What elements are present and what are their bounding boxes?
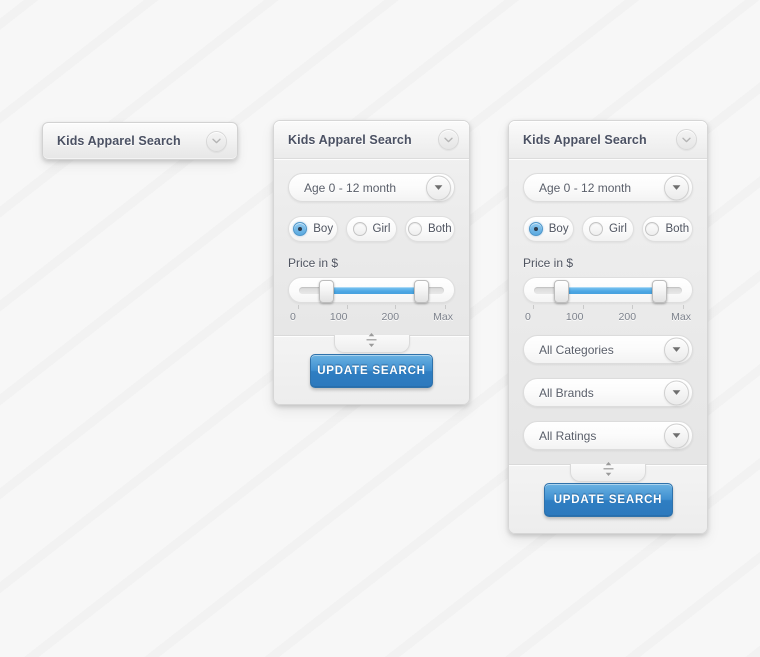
update-search-button[interactable]: UPDATE SEARCH <box>310 354 433 388</box>
page-title-full: Kids Apparel Search <box>523 132 647 147</box>
price-tick-max: Max <box>433 311 453 323</box>
caret-down-icon[interactable] <box>426 175 451 200</box>
ratings-select[interactable]: All Ratings <box>523 421 693 450</box>
radio-both-label: Both <box>427 223 452 235</box>
price-slider-scale: 0 100 200 Max <box>525 311 691 323</box>
vertical-resize-icon[interactable] <box>333 332 410 353</box>
age-select-value: Age 0 - 12 month <box>539 180 632 195</box>
price-slider-knob-min[interactable] <box>318 279 334 303</box>
age-select-value: Age 0 - 12 month <box>304 180 397 195</box>
price-slider-fill <box>325 286 421 294</box>
caret-down-icon[interactable] <box>664 175 689 200</box>
price-range-slider[interactable] <box>523 277 693 303</box>
price-slider-knob-min[interactable] <box>554 279 570 303</box>
radio-boy[interactable]: Boy <box>288 216 339 242</box>
full-search-panel: Kids Apparel Search Age 0 - 12 month Boy <box>508 120 708 534</box>
brands-select[interactable]: All Brands <box>523 378 693 407</box>
caret-down-icon[interactable] <box>664 337 689 362</box>
panel-footer-full: UPDATE SEARCH <box>509 461 707 533</box>
panel-header-medium: Kids Apparel Search <box>274 121 469 160</box>
price-slider-scale: 0 100 200 Max <box>290 311 453 323</box>
radio-dot-icon <box>528 222 543 236</box>
panel-body-medium: Age 0 - 12 month Boy Girl Both Price in … <box>274 159 469 323</box>
radio-dot-icon <box>589 222 604 236</box>
update-search-label: UPDATE SEARCH <box>553 494 663 506</box>
radio-dot-icon <box>407 222 422 236</box>
panel-body-full: Age 0 - 12 month Boy Girl Both Price in … <box>509 159 707 450</box>
medium-search-panel: Kids Apparel Search Age 0 - 12 month Boy <box>273 120 470 405</box>
gender-radio-group: Boy Girl Both <box>288 216 455 242</box>
caret-down-icon[interactable] <box>664 380 689 405</box>
price-slider-ticks <box>298 305 446 310</box>
collapsed-search-panel[interactable]: Kids Apparel Search <box>42 122 238 160</box>
radio-both[interactable]: Both <box>404 216 455 242</box>
price-tick-100: 100 <box>329 311 348 323</box>
price-tick-0: 0 <box>290 311 296 323</box>
price-slider-track[interactable] <box>534 279 682 303</box>
categories-select[interactable]: All Categories <box>523 335 693 364</box>
price-tick-200: 200 <box>381 311 400 323</box>
vertical-resize-icon[interactable] <box>570 461 646 482</box>
radio-boy[interactable]: Boy <box>523 216 575 242</box>
radio-girl-label: Girl <box>372 223 391 235</box>
price-slider-caption: Price in $ <box>523 256 574 270</box>
price-tick-max: Max <box>671 311 691 323</box>
ratings-select-value: All Ratings <box>539 428 597 443</box>
price-slider-knob-max[interactable] <box>651 279 667 303</box>
page-title-medium: Kids Apparel Search <box>288 132 412 147</box>
radio-both[interactable]: Both <box>641 216 693 242</box>
update-search-button[interactable]: UPDATE SEARCH <box>543 483 673 517</box>
price-slider-track[interactable] <box>299 279 444 303</box>
price-slider-caption: Price in $ <box>288 256 339 270</box>
radio-dot-icon <box>645 222 660 236</box>
chevron-down-icon[interactable] <box>438 129 459 150</box>
price-slider-block: Price in $ 0 100 200 Max <box>523 256 693 323</box>
price-slider-fill <box>560 286 659 294</box>
radio-girl[interactable]: Girl <box>346 216 397 242</box>
chevron-down-icon[interactable] <box>206 130 227 152</box>
age-select[interactable]: Age 0 - 12 month <box>288 173 455 202</box>
price-slider-knob-max[interactable] <box>414 279 430 303</box>
panel-footer-medium: UPDATE SEARCH <box>274 332 469 404</box>
price-range-slider[interactable] <box>288 277 455 303</box>
price-tick-100: 100 <box>565 311 584 323</box>
update-search-label: UPDATE SEARCH <box>317 365 426 377</box>
radio-girl-label: Girl <box>609 223 627 235</box>
price-slider-block: Price in $ 0 100 200 Max <box>288 256 455 323</box>
panel-header-full: Kids Apparel Search <box>509 121 707 160</box>
radio-boy-label: Boy <box>313 223 334 235</box>
radio-dot-icon <box>352 222 367 236</box>
caret-down-icon[interactable] <box>664 423 689 448</box>
page-title-collapsed: Kids Apparel Search <box>57 134 181 148</box>
radio-boy-label: Boy <box>548 223 569 235</box>
categories-select-value: All Categories <box>539 342 614 357</box>
radio-both-label: Both <box>665 223 690 235</box>
price-tick-200: 200 <box>618 311 637 323</box>
age-select[interactable]: Age 0 - 12 month <box>523 173 693 202</box>
radio-girl[interactable]: Girl <box>582 216 634 242</box>
price-tick-0: 0 <box>525 311 531 323</box>
radio-dot-icon <box>293 222 308 236</box>
chevron-down-icon[interactable] <box>676 129 697 150</box>
price-slider-ticks <box>533 305 684 310</box>
brands-select-value: All Brands <box>539 385 594 400</box>
gender-radio-group: Boy Girl Both <box>523 216 693 242</box>
